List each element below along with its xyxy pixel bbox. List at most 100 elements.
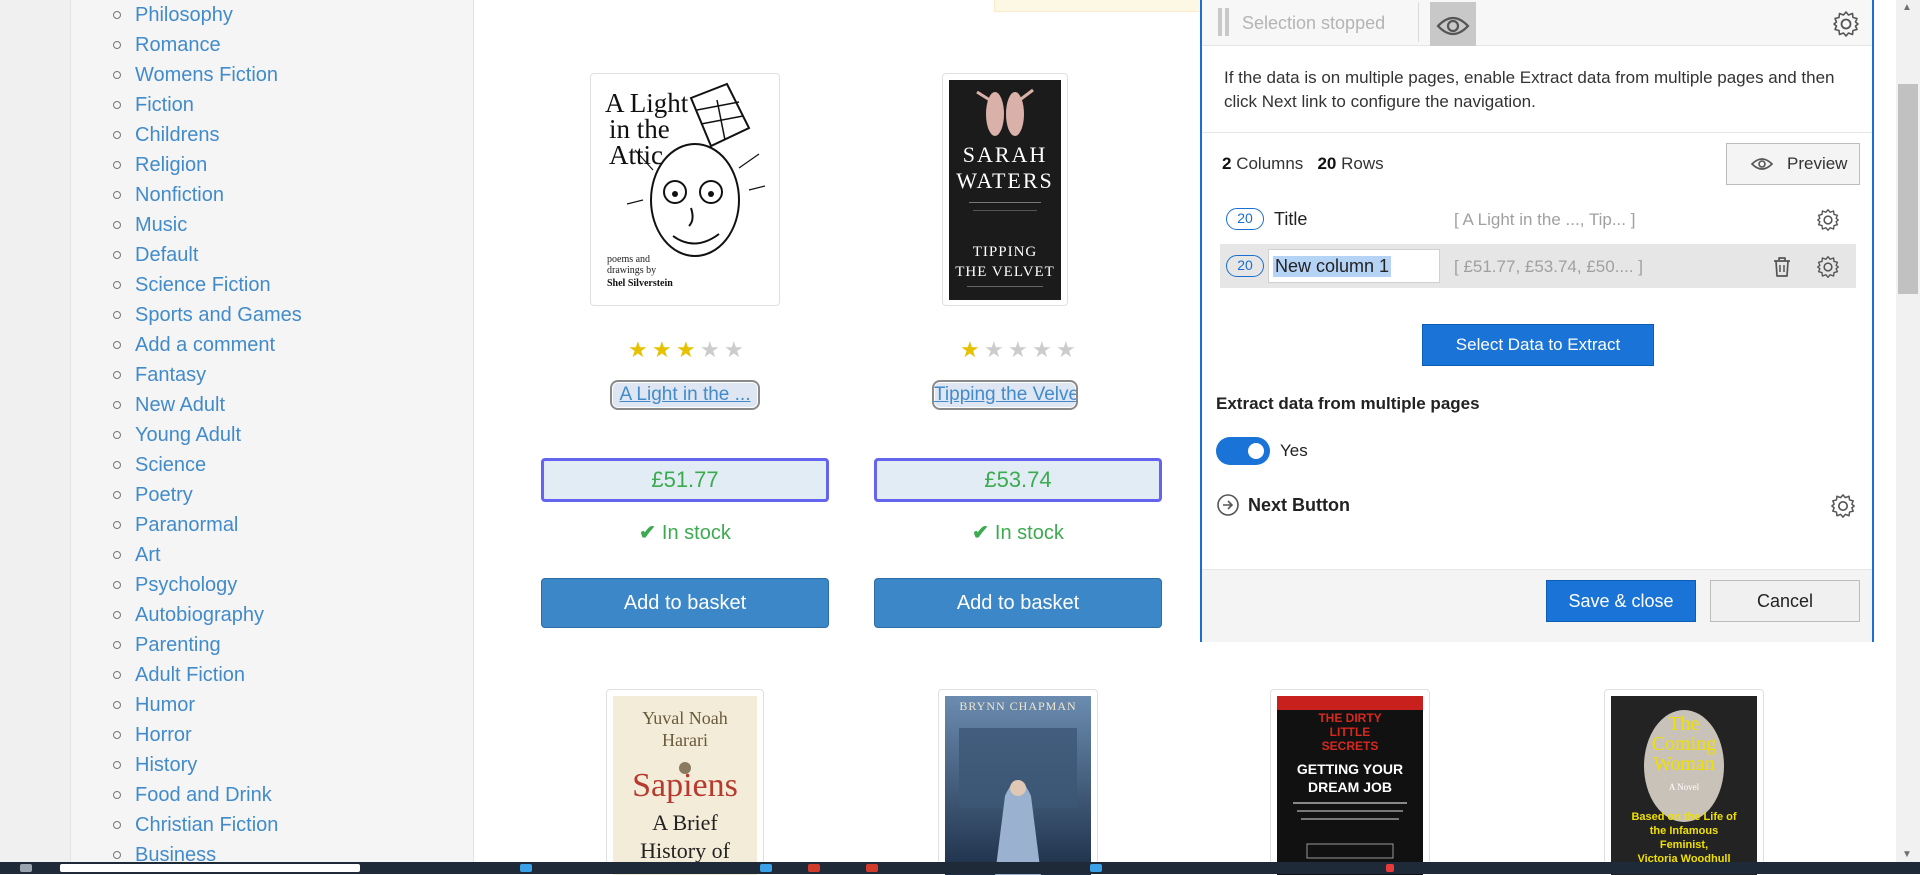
cover-line: Feminist, bbox=[1660, 839, 1708, 851]
category-link[interactable]: Fantasy bbox=[135, 360, 206, 390]
settings-gear-icon[interactable] bbox=[1832, 10, 1860, 38]
product-thumbnail-frame[interactable]: BRYNN CHAPMAN bbox=[938, 689, 1098, 875]
add-to-basket-button[interactable]: Add to basket bbox=[874, 578, 1162, 628]
list-bullet-icon bbox=[113, 821, 121, 829]
category-link[interactable]: Womens Fiction bbox=[135, 60, 278, 90]
category-link[interactable]: New Adult bbox=[135, 390, 225, 420]
category-link[interactable]: Young Adult bbox=[135, 420, 241, 450]
category-link[interactable]: Psychology bbox=[135, 570, 237, 600]
cover-line: LITTLE bbox=[1330, 725, 1371, 739]
category-link[interactable]: Childrens bbox=[135, 120, 219, 150]
column-name[interactable]: Title bbox=[1274, 209, 1307, 230]
category-link[interactable]: Horror bbox=[135, 720, 192, 750]
category-link[interactable]: Business bbox=[135, 840, 216, 862]
list-bullet-icon bbox=[113, 521, 121, 529]
cover-line: Attic bbox=[609, 140, 663, 170]
column-row[interactable]: 20 New column 1 [ £51.77, £53.74, £50...… bbox=[1220, 244, 1856, 288]
product-thumbnail-frame[interactable]: The Coming Woman A Novel Based on the Li… bbox=[1604, 689, 1764, 875]
column-row-summary: 2 Columns 20 Rows bbox=[1222, 154, 1384, 174]
product-thumbnail-frame[interactable]: Yuval Noah Harari Sapiens A Brief Histor… bbox=[606, 689, 764, 875]
list-bullet-icon bbox=[113, 461, 121, 469]
category-link[interactable]: Music bbox=[135, 210, 187, 240]
category-link[interactable]: Paranormal bbox=[135, 510, 238, 540]
cover-line: Woman bbox=[1653, 753, 1715, 775]
category-link[interactable]: Add a comment bbox=[135, 330, 275, 360]
category-item: Horror bbox=[71, 720, 473, 750]
preview-button[interactable]: Preview bbox=[1726, 143, 1860, 185]
product-thumbnail-frame[interactable]: THE DIRTY LITTLE SECRETS GETTING YOUR DR… bbox=[1270, 689, 1430, 875]
page-scrollbar[interactable]: ▲ ▼ bbox=[1896, 0, 1920, 862]
category-link[interactable]: Science bbox=[135, 450, 206, 480]
star-filled-icon: ★ bbox=[652, 337, 672, 362]
star-filled-icon: ★ bbox=[676, 337, 696, 362]
multi-page-value: Yes bbox=[1280, 441, 1308, 460]
row-count: 20 bbox=[1317, 154, 1337, 173]
product-thumbnail-frame[interactable]: A Light in the Attic poems and drawings … bbox=[590, 73, 780, 306]
star-empty-icon: ★ bbox=[984, 337, 1004, 362]
highlight-toggle-button[interactable] bbox=[1430, 2, 1476, 46]
star-empty-icon: ★ bbox=[1008, 337, 1028, 362]
column-count-badge: 20 bbox=[1226, 208, 1264, 230]
product-thumbnail-frame[interactable]: SARAH WATERS TIPPING THE VELVET bbox=[942, 73, 1068, 306]
category-link[interactable]: Adult Fiction bbox=[135, 660, 245, 690]
category-link[interactable]: Science Fiction bbox=[135, 270, 271, 300]
category-item: Science bbox=[71, 450, 473, 480]
category-link[interactable]: Art bbox=[135, 540, 161, 570]
next-settings-gear-icon[interactable] bbox=[1830, 493, 1856, 519]
drag-handle[interactable] bbox=[1218, 8, 1230, 36]
category-link[interactable]: History bbox=[135, 750, 197, 780]
category-link[interactable]: Food and Drink bbox=[135, 780, 272, 810]
list-bullet-icon bbox=[113, 11, 121, 19]
star-filled-icon: ★ bbox=[628, 337, 648, 362]
category-link[interactable]: Poetry bbox=[135, 480, 193, 510]
scroll-up-arrow-icon[interactable]: ▲ bbox=[1902, 2, 1912, 13]
list-bullet-icon bbox=[113, 221, 121, 229]
star-empty-icon: ★ bbox=[1032, 337, 1052, 362]
category-link[interactable]: Default bbox=[135, 240, 198, 270]
taskbar-app-icon[interactable] bbox=[760, 864, 772, 872]
taskbar-app-icon[interactable] bbox=[866, 864, 878, 872]
taskbar-app-icon[interactable] bbox=[520, 864, 532, 872]
product-title-link[interactable]: A Light in the ... bbox=[610, 380, 760, 410]
cover-line: drawings by bbox=[607, 265, 656, 276]
scrollbar-thumb[interactable] bbox=[1898, 84, 1918, 294]
taskbar-app-icon[interactable] bbox=[1090, 864, 1102, 872]
category-link[interactable]: Religion bbox=[135, 150, 207, 180]
category-link[interactable]: Sports and Games bbox=[135, 300, 302, 330]
category-link[interactable]: Nonfiction bbox=[135, 180, 224, 210]
category-item: Science Fiction bbox=[71, 270, 473, 300]
column-settings-gear-icon[interactable] bbox=[1816, 255, 1840, 279]
list-bullet-icon bbox=[113, 671, 121, 679]
column-row[interactable]: 20 Title [ A Light in the ..., Tip... ] bbox=[1220, 197, 1856, 241]
column-name-input[interactable]: New column 1 bbox=[1268, 249, 1440, 283]
add-to-basket-button[interactable]: Add to basket bbox=[541, 578, 829, 628]
category-link[interactable]: Christian Fiction bbox=[135, 810, 278, 840]
eye-icon bbox=[1751, 158, 1773, 170]
taskbar-app-icon[interactable] bbox=[808, 864, 820, 872]
category-link[interactable]: Parenting bbox=[135, 630, 221, 660]
delete-trash-icon[interactable] bbox=[1770, 255, 1794, 279]
cancel-button[interactable]: Cancel bbox=[1710, 580, 1860, 622]
cover-line: SECRETS bbox=[1322, 739, 1379, 753]
category-link[interactable]: Romance bbox=[135, 30, 221, 60]
category-link[interactable]: Autobiography bbox=[135, 600, 264, 630]
start-icon[interactable] bbox=[20, 864, 32, 872]
list-bullet-icon bbox=[113, 341, 121, 349]
save-and-close-button[interactable]: Save & close bbox=[1546, 580, 1696, 622]
select-data-button[interactable]: Select Data to Extract bbox=[1422, 324, 1654, 366]
cover-line: A Novel bbox=[1669, 782, 1700, 792]
column-settings-gear-icon[interactable] bbox=[1816, 208, 1840, 232]
next-button-row[interactable]: Next Button bbox=[1216, 491, 1856, 521]
list-bullet-icon bbox=[113, 641, 121, 649]
cover-line: DREAM JOB bbox=[1308, 779, 1392, 795]
multi-page-toggle[interactable] bbox=[1216, 437, 1270, 465]
scroll-down-arrow-icon[interactable]: ▼ bbox=[1902, 849, 1912, 860]
category-item: Music bbox=[71, 210, 473, 240]
category-link[interactable]: Humor bbox=[135, 690, 195, 720]
category-link[interactable]: Fiction bbox=[135, 90, 194, 120]
category-link[interactable]: Philosophy bbox=[135, 0, 233, 30]
cover-line: Yuval Noah bbox=[642, 708, 727, 728]
taskbar-search[interactable] bbox=[60, 864, 360, 872]
cover-line: TIPPING bbox=[973, 244, 1038, 260]
product-title-link[interactable]: Tipping the Velvet bbox=[932, 380, 1078, 410]
